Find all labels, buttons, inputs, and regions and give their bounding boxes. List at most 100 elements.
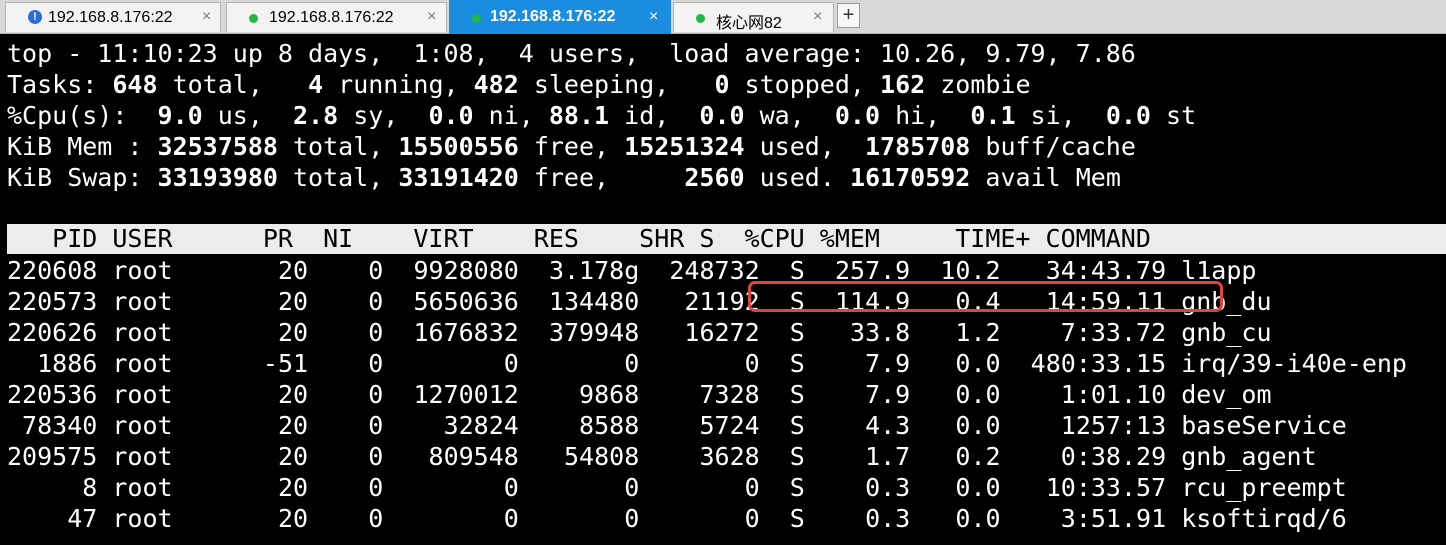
status-dot-icon: [472, 14, 481, 23]
tab-bar: ! 192.168.8.176:22 × 192.168.8.176:22 × …: [0, 0, 1446, 34]
cell-shr: 0: [654, 473, 760, 502]
close-tab-icon[interactable]: ×: [813, 8, 822, 26]
table-row: 220626 root 20 0 1676832 379948 16272 S …: [7, 317, 1272, 348]
cell-ni: 0: [323, 349, 384, 378]
cell-res: 54808: [533, 442, 640, 471]
cell-s: S: [774, 473, 805, 502]
cell-user: root: [112, 349, 233, 378]
cell-user: root: [112, 442, 233, 471]
cell-pid: 220608: [7, 256, 98, 285]
session-tab-3-active[interactable]: 192.168.8.176:22 ×: [449, 0, 671, 34]
table-row: 1886 root -51 0 0 0 0 S 7.9 0.0 480:33.1…: [7, 348, 1407, 379]
cell-cmd: rcu_preempt: [1181, 473, 1347, 502]
cell-shr: 0: [654, 504, 760, 533]
cell-cmd: baseService: [1181, 411, 1347, 440]
cell-shr: 248732: [654, 256, 760, 285]
cell-ni: 0: [323, 318, 384, 347]
cell-user: root: [112, 287, 233, 316]
process-table-header: PID USER PR NI VIRT RES SHR S %CPU %MEM …: [7, 224, 1151, 253]
cell-pr: 20: [247, 442, 309, 471]
mem-line: KiB Mem : 32537588 total, 15500556 free,…: [7, 132, 1136, 161]
cell-pid: 47: [7, 504, 98, 533]
cell-mem: 1.2: [925, 318, 1001, 347]
cell-virt: 1676832: [398, 318, 519, 347]
cell-cmd: ksoftirqd/6: [1181, 504, 1347, 533]
cell-shr: 3628: [654, 442, 760, 471]
cell-s: S: [774, 442, 805, 471]
table-row: 78340 root 20 0 32824 8588 5724 S 4.3 0.…: [7, 410, 1347, 441]
cell-res: 379948: [533, 318, 640, 347]
tab-label: 192.168.8.176:22: [490, 8, 616, 25]
cell-time: 0:38.29: [1015, 442, 1167, 471]
session-tab-4[interactable]: 核心网82 ×: [673, 2, 834, 32]
cell-pr: -51: [247, 349, 309, 378]
cell-pid: 220626: [7, 318, 98, 347]
cell-pr: 20: [247, 287, 309, 316]
cell-ni: 0: [323, 411, 384, 440]
table-row: 220536 root 20 0 1270012 9868 7328 S 7.9…: [7, 379, 1272, 410]
cell-pid: 209575: [7, 442, 98, 471]
cell-shr: 7328: [654, 380, 760, 409]
cell-cpu: 0.3: [819, 504, 911, 533]
cell-s: S: [774, 349, 805, 378]
cell-ni: 0: [323, 256, 384, 285]
cell-res: 0: [533, 349, 640, 378]
cell-user: root: [112, 473, 233, 502]
cell-mem: 0.0: [925, 349, 1001, 378]
tab-label: 192.168.8.176:22: [48, 9, 173, 26]
cell-cmd: gnb_cu: [1181, 318, 1272, 347]
cell-time: 480:33.15: [1015, 349, 1167, 378]
cell-pr: 20: [247, 318, 309, 347]
close-tab-icon[interactable]: ×: [202, 8, 211, 26]
status-dot-icon: [249, 14, 258, 23]
cell-shr: 5724: [654, 411, 760, 440]
cell-pr: 20: [247, 380, 309, 409]
cell-cpu: 7.9: [819, 349, 911, 378]
cell-pid: 78340: [7, 411, 98, 440]
cell-virt: 9928080: [398, 256, 519, 285]
cell-time: 3:51.91: [1015, 504, 1167, 533]
cell-pid: 1886: [7, 349, 98, 378]
close-tab-icon[interactable]: ×: [427, 8, 436, 26]
status-dot-icon: [696, 14, 705, 23]
cell-ni: 0: [323, 442, 384, 471]
cell-ni: 0: [323, 473, 384, 502]
cpu-line: %Cpu(s): 9.0 us, 2.8 sy, 0.0 ni, 88.1 id…: [7, 101, 1197, 130]
cell-cpu: 0.3: [819, 473, 911, 502]
cell-user: root: [112, 380, 233, 409]
cell-user: root: [112, 504, 233, 533]
table-row: 209575 root 20 0 809548 54808 3628 S 1.7…: [7, 441, 1317, 472]
cell-res: 3.178g: [533, 256, 640, 285]
cell-cmd: dev_om: [1181, 380, 1272, 409]
cell-s: S: [774, 380, 805, 409]
cell-cmd: irq/39-i40e-enp: [1181, 349, 1407, 378]
cell-res: 9868: [533, 380, 640, 409]
cell-virt: 32824: [398, 411, 519, 440]
new-tab-button[interactable]: +: [837, 3, 860, 28]
cell-mem: 0.0: [925, 504, 1001, 533]
cell-shr: 16272: [654, 318, 760, 347]
cell-mem: 0.0: [925, 411, 1001, 440]
table-row: 8 root 20 0 0 0 0 S 0.3 0.0 10:33.57 rcu…: [7, 472, 1347, 503]
cell-res: 134480: [533, 287, 640, 316]
cell-time: 1:01.10: [1015, 380, 1167, 409]
session-tab-2[interactable]: 192.168.8.176:22 ×: [226, 2, 447, 32]
cell-pid: 220573: [7, 287, 98, 316]
cell-virt: 1270012: [398, 380, 519, 409]
cell-virt: 0: [398, 473, 519, 502]
close-tab-icon[interactable]: ×: [649, 8, 658, 26]
cell-res: 0: [533, 473, 640, 502]
cell-cmd: gnb_agent: [1181, 442, 1317, 471]
cell-virt: 809548: [398, 442, 519, 471]
cell-time: 7:33.72: [1015, 318, 1167, 347]
cell-pr: 20: [247, 473, 309, 502]
cell-virt: 0: [398, 349, 519, 378]
cell-pr: 20: [247, 504, 309, 533]
cell-res: 0: [533, 504, 640, 533]
cell-ni: 0: [323, 504, 384, 533]
cell-user: root: [112, 318, 233, 347]
cell-virt: 5650636: [398, 287, 519, 316]
session-tab-1[interactable]: ! 192.168.8.176:22 ×: [5, 2, 221, 32]
cell-cpu: 4.3: [819, 411, 911, 440]
cell-user: root: [112, 256, 233, 285]
